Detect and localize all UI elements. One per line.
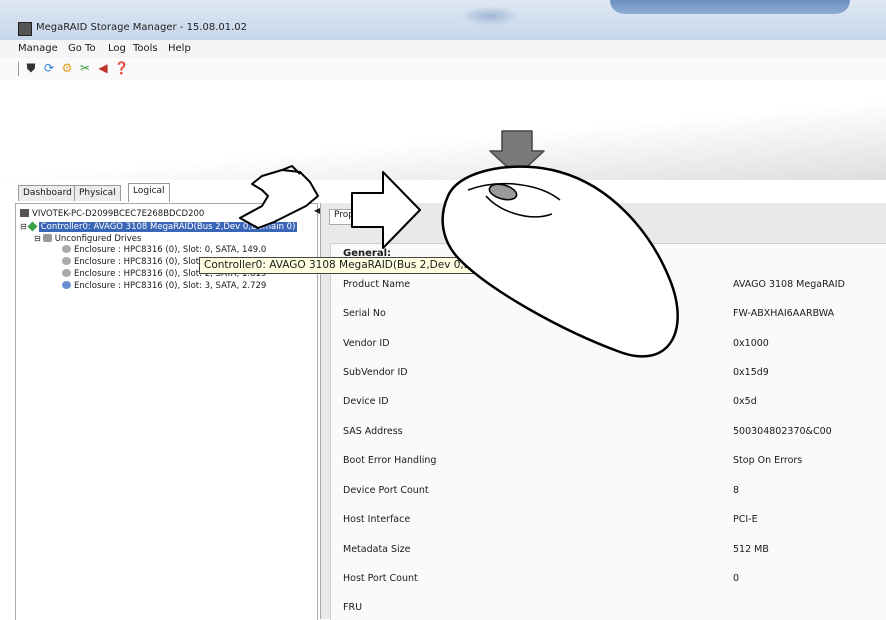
toolbar-separator xyxy=(18,62,19,76)
menu-manage[interactable]: Manage xyxy=(18,43,58,54)
prop-label-device-port-count: Device Port Count xyxy=(343,485,429,496)
tab-logical[interactable]: Logical xyxy=(128,183,170,202)
prop-value-vendor-id: 0x1000 xyxy=(733,338,769,349)
prop-value-device-port-count: 8 xyxy=(733,485,740,496)
tree-item-host[interactable]: VIVOTEK-PC-D2099BCEC7E268BDCD200 xyxy=(20,209,204,220)
prop-value-sas-address: 500304802370&C00 xyxy=(733,426,832,437)
refresh-icon[interactable]: ⟳ xyxy=(42,61,56,75)
controller-tooltip: Controller0: AVAGO 3108 MegaRAID(Bus 2,D… xyxy=(199,257,524,274)
tab-physical[interactable]: Physical xyxy=(74,185,121,201)
title-bar-glow xyxy=(610,0,850,14)
prop-value-serial-no: FW-ABXHAI6AARBWA xyxy=(733,308,835,319)
prop-value-metadata-size: 512 MB xyxy=(733,544,769,555)
shield-icon[interactable]: ⛊ xyxy=(24,61,38,75)
prop-label-metadata-size: Metadata Size xyxy=(343,544,411,555)
controller-icon xyxy=(27,221,38,232)
drive-icon xyxy=(62,257,71,265)
prop-value-host-interface: PCI-E xyxy=(733,514,758,525)
properties-panel: General: Product Name AVAGO 3108 MegaRAI… xyxy=(330,243,886,620)
prop-label-host-port-count: Host Port Count xyxy=(343,573,418,584)
tree-item-controller[interactable]: ⊟ Controller0: AVAGO 3108 MegaRAID(Bus 2,… xyxy=(20,221,298,232)
prop-label-boot-error-handling: Boot Error Handling xyxy=(343,455,437,466)
prop-label-device-id: Device ID xyxy=(343,396,389,407)
settings-icon[interactable]: ⚙ xyxy=(60,61,74,75)
prop-label-fru: FRU xyxy=(343,602,363,613)
dashboard-blank-area xyxy=(0,80,886,180)
drives-group-icon xyxy=(42,234,52,242)
drive-icon xyxy=(62,245,71,253)
tree-item-drive[interactable]: Enclosure : HPC8316 (0), Slot: 0, SATA, … xyxy=(62,245,266,256)
alert-icon[interactable]: ◀ xyxy=(96,61,110,75)
menu-help[interactable]: Help xyxy=(168,43,191,54)
menu-log[interactable]: Log xyxy=(108,43,126,54)
help-icon[interactable]: ❓ xyxy=(114,61,129,75)
menu-go-to[interactable]: Go To xyxy=(68,43,96,54)
menu-tools[interactable]: Tools xyxy=(133,43,158,54)
megaraid-app-icon xyxy=(18,22,32,36)
prop-label-vendor-id: Vendor ID xyxy=(343,338,390,349)
prop-value-subvendor-id: 0x15d9 xyxy=(733,367,769,378)
tab-dashboard[interactable]: Dashboard xyxy=(18,185,77,201)
prop-label-serial-no: Serial No xyxy=(343,308,386,319)
prop-value-host-port-count: 0 xyxy=(733,573,740,584)
tree-item-drive[interactable]: Enclosure : HPC8316 (0), Slot: 3, SATA, … xyxy=(62,281,266,292)
toolbar: ⛊ ⟳ ⚙ ✂ ◀ ❓ xyxy=(0,58,886,80)
prop-value-device-id: 0x5d xyxy=(733,396,757,407)
drive-icon xyxy=(62,281,71,289)
tree-collapse-icon[interactable]: ⊟ xyxy=(34,234,41,243)
drive-icon xyxy=(62,269,71,277)
title-bar: MegaRAID Storage Manager - 15.08.01.02 xyxy=(0,0,886,40)
prop-value-boot-error-handling: Stop On Errors xyxy=(733,455,803,466)
prop-value-product-name: AVAGO 3108 MegaRAID xyxy=(733,279,845,290)
prop-label-sas-address: SAS Address xyxy=(343,426,403,437)
tree-collapse-icon[interactable]: ⊟ xyxy=(20,222,27,231)
tree-item-unconfigured-drives[interactable]: ⊟ Unconfigured Drives xyxy=(34,233,141,244)
prop-label-host-interface: Host Interface xyxy=(343,514,411,525)
window-title: MegaRAID Storage Manager - 15.08.01.02 xyxy=(36,22,248,33)
computer-icon xyxy=(20,209,29,217)
title-bar-glow xyxy=(460,6,520,26)
prop-label-subvendor-id: SubVendor ID xyxy=(343,367,408,378)
prop-label-product-name: Product Name xyxy=(343,279,411,290)
tools-icon[interactable]: ✂ xyxy=(78,61,92,75)
tab-properties[interactable]: Properties xyxy=(329,209,385,225)
menu-bar: Manage Go To Log Tools Help xyxy=(0,40,886,58)
